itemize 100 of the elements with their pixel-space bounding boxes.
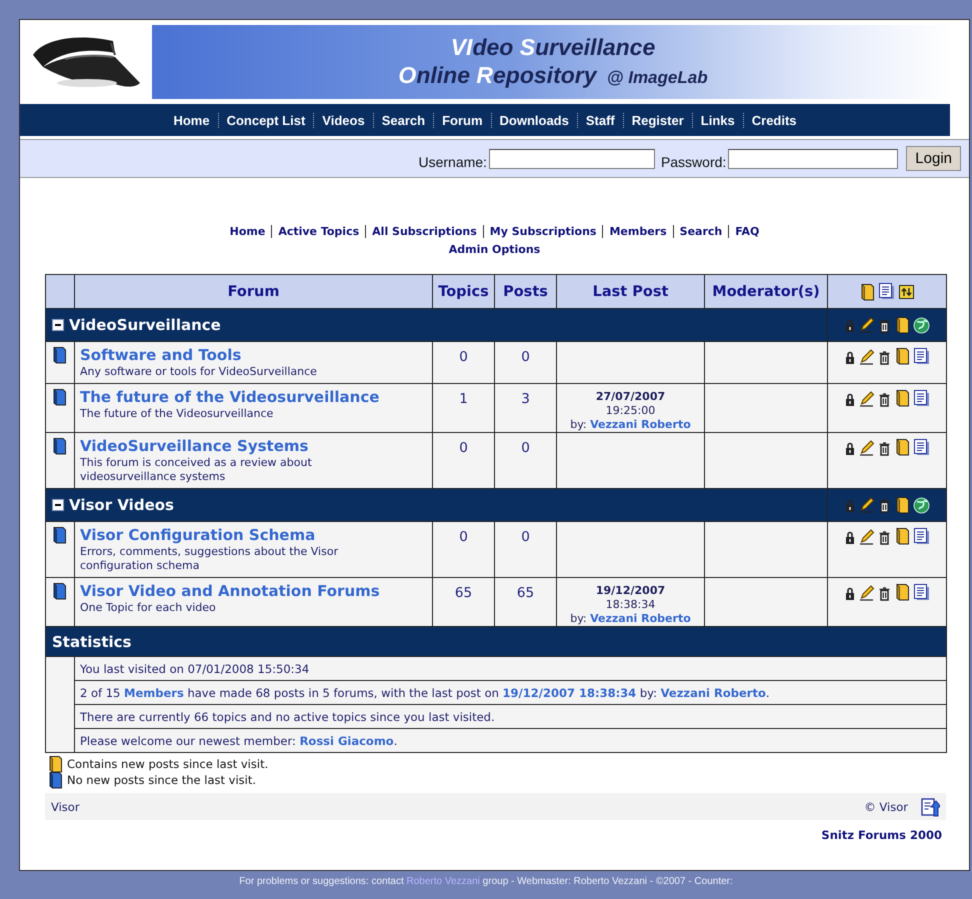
pencil-icon[interactable] [859,349,875,365]
pencil-icon[interactable] [859,497,875,513]
login-button[interactable]: Login [906,146,961,171]
nav-link[interactable]: Downloads [490,112,577,128]
table-cell: 0 [494,432,556,488]
statistics-text: 2 of 15 Members have made 68 posts in 5 forums, with the last post on 19/12/2007 18:38:34 by: Vezzani Roberto. [80,686,770,700]
table-cell: 0 [494,522,556,578]
table-cell: 65 [432,578,494,626]
statistics-text: You last visited on 07/01/2008 15:50:34 [80,662,310,676]
column-header: Posts [494,274,556,308]
folder-icon [894,389,910,407]
copyright-text: © Visor [864,800,908,814]
trash-icon[interactable] [878,530,891,545]
password-field[interactable] [728,148,898,168]
username-field[interactable] [488,148,655,168]
nav-link[interactable]: Concept List [218,112,314,128]
pencil-icon[interactable] [859,440,875,456]
nav-link[interactable]: Credits [742,112,805,128]
page-icon[interactable] [913,390,930,407]
lock-icon[interactable] [844,586,856,601]
table-cell: 65 [494,578,556,626]
category-title[interactable]: VideoSurveillance [69,316,221,334]
table-cell: 3 [494,384,556,432]
banner-title-line: VIdeo Surveillance [450,32,656,60]
forum-nav-link[interactable]: Search [672,225,728,238]
forum-nav-link[interactable]: Active Topics [271,225,366,238]
forum-title-link[interactable]: VideoSurveillance Systems [80,438,432,455]
forum-title-link[interactable]: Visor Video and Annotation Forums [80,583,432,600]
banner-title-line: Online Repository @ ImageLab [398,60,708,90]
trash-icon[interactable] [878,498,891,512]
stat-link[interactable]: 19/12/2007 18:38:34 [502,686,636,700]
last-post-time: 18:38:34 [604,598,656,612]
last-post-date: 27/07/2007 [594,390,666,404]
forum-description: This forum is conceived as a review about videosurveillance systems [80,456,313,484]
lock-icon[interactable] [844,392,856,407]
author-link[interactable]: Vezzani Roberto [590,612,691,625]
forum-title-link[interactable]: Software and Tools [80,347,432,364]
forum-nav-link[interactable]: Admin Options [442,243,546,256]
trash-icon[interactable] [878,441,891,456]
page-icon[interactable] [878,283,895,300]
nav-link[interactable]: Staff [576,112,623,128]
stat-link[interactable]: Rossi Giacomo [300,734,394,748]
statistics-header: Statistics [46,626,946,656]
folder-icon [894,527,910,545]
nav-link[interactable]: Home [165,112,218,128]
trash-icon[interactable] [878,318,891,332]
nav-link[interactable]: Register [622,112,692,128]
go-to-top-icon[interactable] [920,796,940,818]
folder-icon [894,347,910,365]
folder-icon [859,282,875,300]
forum-description: The future of the Videosurveillance [80,407,274,421]
table-cell: 1 [432,384,494,432]
trash-icon[interactable] [878,392,891,407]
pencil-icon[interactable] [859,391,875,407]
folder-icon [894,583,910,601]
column-header: Forum [74,274,432,308]
forum-nav-link[interactable]: FAQ [728,225,766,238]
legend-text: No new posts since the last visit. [67,773,256,787]
forum-description: One Topic for each video [80,601,217,615]
table-cell: 0 [494,342,556,384]
nav-link[interactable]: Search [372,112,434,128]
tagline: @ ImageLab [606,68,708,86]
credit-link[interactable]: Snitz Forums 2000 [821,828,942,842]
page-icon[interactable] [913,584,930,601]
forum-nav-link[interactable]: Home [224,225,272,238]
forum-nav-link[interactable]: All Subscriptions [365,225,483,238]
column-header: Last Post [556,274,704,308]
nav-link[interactable]: Links [692,112,743,128]
lock-icon[interactable] [844,350,856,365]
page-icon[interactable] [913,348,930,365]
footer-text: For problems or suggestions: contact Roberto Vezzani group - Webmaster: Roberto Vezzani - ©2007 - Counter: [239,876,733,887]
page-icon[interactable] [913,528,930,545]
pencil-icon[interactable] [859,317,875,333]
nav-link[interactable]: Forum [433,112,491,128]
page-icon[interactable] [913,439,930,456]
stat-link[interactable]: Vezzani Roberto [660,686,766,700]
author-link[interactable]: Vezzani Roberto [590,418,691,431]
category-title[interactable]: Visor Videos [69,496,174,514]
pencil-icon[interactable] [859,529,875,545]
folder-icon [894,316,910,334]
minus-icon[interactable] [52,499,64,511]
forum-title-link[interactable]: The future of the Videosurveillance [80,389,432,406]
trash-icon[interactable] [878,350,891,365]
nav-link[interactable]: Videos [313,112,373,128]
forum-nav-link[interactable]: Members [602,225,673,238]
arrows-icon[interactable] [898,283,915,300]
forum-nav-link[interactable]: My Subscriptions [482,225,602,238]
forum-title-link[interactable]: Visor Configuration Schema [80,527,432,544]
lock-icon[interactable] [844,530,856,545]
field-label: Password: [660,152,726,170]
stat-link[interactable]: Members [124,686,184,700]
minus-icon[interactable] [52,319,64,331]
trash-icon[interactable] [878,586,891,601]
table-cell: 0 [432,342,494,384]
pencil-icon[interactable] [859,585,875,601]
column-header: Moderator(s) [704,274,828,308]
last-post-time: 19:25:00 [604,404,656,418]
footer-link[interactable]: Visor [51,800,80,814]
lock-icon[interactable] [844,441,856,456]
forum-description: Errors, comments, suggestions about the Visor configuration schema [80,545,340,573]
